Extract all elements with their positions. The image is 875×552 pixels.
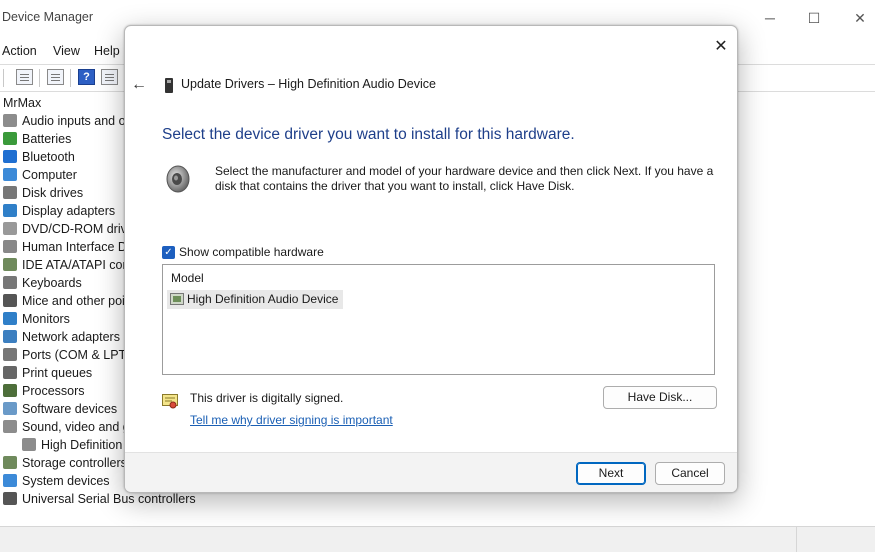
speaker-icon (22, 438, 36, 451)
window-title: Device Manager (2, 10, 94, 24)
tree-item-label: Display adapters (22, 204, 116, 218)
monitor-icon (3, 312, 17, 325)
tree-item-label: Software devices (22, 402, 118, 416)
driver-signing-link[interactable]: Tell me why driver signing is important (190, 413, 393, 427)
view-icon[interactable] (101, 69, 118, 85)
tree-item-label: Bluetooth (22, 150, 75, 164)
signed-status-text: This driver is digitally signed. (190, 391, 344, 405)
next-button[interactable]: Next (576, 462, 646, 485)
model-list-item[interactable]: High Definition Audio Device (167, 290, 344, 309)
cancel-button[interactable]: Cancel (655, 462, 725, 485)
dialog-description: Select the manufacturer and model of you… (215, 164, 714, 193)
tree-item-label: Human Interface De (22, 240, 134, 254)
tree-item-label: High Definition (41, 438, 123, 452)
tree-item-label: Keyboards (22, 276, 82, 290)
certificate-icon (162, 394, 178, 409)
tree-item-label: Ports (COM & LPT) (22, 348, 131, 362)
computer-icon (3, 168, 17, 181)
update-drivers-dialog: ✕ ← Update Drivers – High Definition Aud… (124, 25, 738, 493)
tree-item-label: Monitors (22, 312, 70, 326)
update-driver-icon[interactable] (47, 69, 64, 85)
processor-icon (3, 384, 17, 397)
tree-root-label: MrMax (3, 96, 42, 110)
back-arrow-icon[interactable]: ← (131, 77, 149, 93)
dialog-heading: Select the device driver you want to ins… (162, 126, 575, 143)
keyboard-icon (3, 276, 17, 289)
bluetooth-icon (3, 150, 17, 163)
properties-icon[interactable] (16, 69, 33, 85)
checkmark-icon[interactable]: ✓ (162, 246, 175, 259)
tree-item-label: IDE ATA/ATAPI cont (22, 258, 133, 272)
ide-icon (3, 258, 17, 271)
speaker-icon (166, 165, 190, 193)
help-icon[interactable]: ? (78, 69, 95, 85)
toolbar-separator (70, 69, 71, 87)
display-icon (3, 204, 17, 217)
dialog-close-button[interactable]: ✕ (713, 38, 729, 56)
mouse-icon (3, 294, 17, 307)
model-list[interactable]: Model High Definition Audio Device (162, 264, 715, 375)
tree-item-label: Batteries (22, 132, 72, 146)
dvd-icon (3, 222, 17, 235)
tree-item-label: Mice and other poi (22, 294, 125, 308)
model-list-item-label: High Definition Audio Device (187, 292, 339, 306)
have-disk-button[interactable]: Have Disk... (603, 386, 717, 409)
menu-view[interactable]: View (53, 44, 80, 58)
tree-item-label: Processors (22, 384, 85, 398)
battery-icon (3, 132, 17, 145)
device-icon (165, 78, 173, 93)
tree-item-label: Storage controllers (22, 456, 127, 470)
model-column-header: Model (171, 271, 204, 285)
driver-icon (170, 293, 184, 305)
network-icon (3, 330, 17, 343)
tree-item-label: Disk drives (22, 186, 84, 200)
tree-item-label: Computer (22, 168, 77, 182)
show-compatible-label: Show compatible hardware (179, 245, 324, 259)
status-bar (0, 526, 875, 552)
tree-item-label: Network adapters (22, 330, 120, 344)
storage-icon (3, 456, 17, 469)
tree-item-label: Sound, video and g (22, 420, 130, 434)
tree-item-label: Print queues (22, 366, 93, 380)
system-icon (3, 474, 17, 487)
port-icon (3, 348, 17, 361)
tree-item-label: Audio inputs and o (22, 114, 126, 128)
minimize-button[interactable]: ─ (755, 6, 785, 30)
maximize-button[interactable]: ☐ (799, 6, 829, 30)
sound-icon (3, 420, 17, 433)
dialog-footer: Next Cancel (125, 452, 737, 492)
hid-icon (3, 240, 17, 253)
status-divider (796, 527, 797, 552)
tree-item-label: DVD/CD-ROM drive (22, 222, 134, 236)
menu-help[interactable]: Help (94, 44, 120, 58)
printer-icon (3, 366, 17, 379)
usb-icon (3, 492, 17, 505)
audio-icon (3, 114, 17, 127)
toolbar-separator (39, 69, 40, 87)
tree-item-label: System devices (22, 474, 110, 488)
close-window-button[interactable]: ✕ (845, 6, 875, 30)
menu-action[interactable]: Action (2, 44, 37, 58)
dialog-header-title: Update Drivers – High Definition Audio D… (181, 77, 436, 91)
software-icon (3, 402, 17, 415)
toolbar-separator (3, 69, 4, 87)
disk-icon (3, 186, 17, 199)
